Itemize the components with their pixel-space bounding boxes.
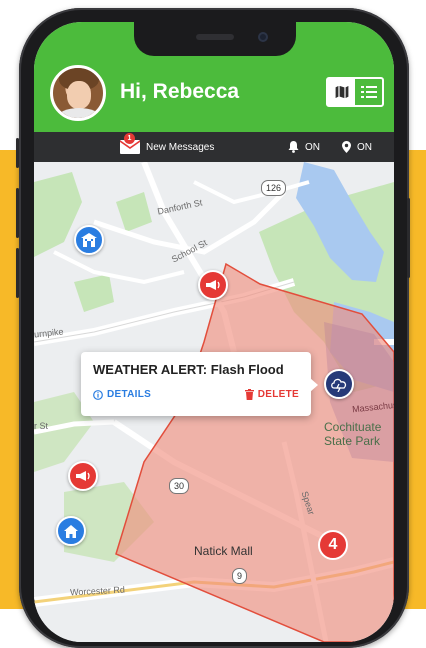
list-icon [360, 86, 377, 98]
power-button [407, 198, 410, 278]
route-shield: 9 [232, 568, 248, 584]
school-icon [81, 233, 97, 247]
alert-pin[interactable] [198, 270, 228, 300]
cluster-badge[interactable]: 4 [318, 530, 348, 560]
delete-button[interactable]: DELETE [244, 389, 299, 400]
details-label: DETAILS [107, 389, 152, 400]
front-camera [258, 32, 268, 42]
place-label: Natick Mall [194, 544, 253, 558]
view-toggle [326, 77, 384, 107]
details-button[interactable]: DETAILS [93, 389, 151, 400]
notifications-status: ON [305, 141, 320, 153]
street-label: r St [34, 421, 49, 431]
greeting-text: Hi, Rebecca [120, 80, 240, 103]
location-pin-icon [342, 141, 351, 153]
volume-down-button [16, 248, 19, 298]
school-pin[interactable] [74, 225, 104, 255]
info-icon [93, 389, 103, 400]
home-icon [64, 524, 78, 538]
park-label: Cochituate State Park [324, 420, 382, 448]
mute-switch [16, 138, 19, 168]
map-icon [333, 85, 350, 99]
messages-badge: 1 [124, 133, 135, 144]
notch [134, 22, 296, 56]
envelope-icon: 1 [119, 133, 141, 154]
status-bar: 1 New Messages ON ON [34, 132, 394, 162]
speaker-grille [196, 34, 234, 40]
cloud-icon [331, 378, 347, 392]
location-toggle[interactable]: ON [342, 132, 372, 162]
trash-icon [244, 389, 254, 400]
weather-alert-popup: WEATHER ALERT: Flash Flood DETAILS DELET… [81, 352, 318, 416]
route-shield: 30 [169, 478, 190, 494]
volume-up-button [16, 188, 19, 238]
new-messages-label: New Messages [146, 141, 215, 153]
delete-label: DELETE [257, 389, 299, 400]
home-pin[interactable] [56, 516, 86, 546]
megaphone-icon [206, 280, 220, 290]
new-messages-button[interactable]: 1 New Messages [119, 132, 215, 162]
map-view-toggle[interactable] [328, 79, 355, 105]
megaphone-icon [76, 471, 90, 481]
alert-title: WEATHER ALERT: Flash Flood [93, 362, 284, 377]
popup-pointer [310, 378, 318, 392]
notifications-toggle[interactable]: ON [288, 132, 320, 162]
weather-alert-pin[interactable] [324, 369, 354, 399]
route-shield: 126 [261, 180, 287, 196]
alert-pin[interactable] [68, 461, 98, 491]
avatar[interactable] [50, 65, 106, 121]
phone-screen: Hi, Rebecca 1 New Messages ON ON Danfort… [34, 22, 394, 642]
list-view-toggle[interactable] [355, 79, 382, 105]
bell-icon [288, 141, 299, 153]
location-status: ON [357, 141, 372, 153]
